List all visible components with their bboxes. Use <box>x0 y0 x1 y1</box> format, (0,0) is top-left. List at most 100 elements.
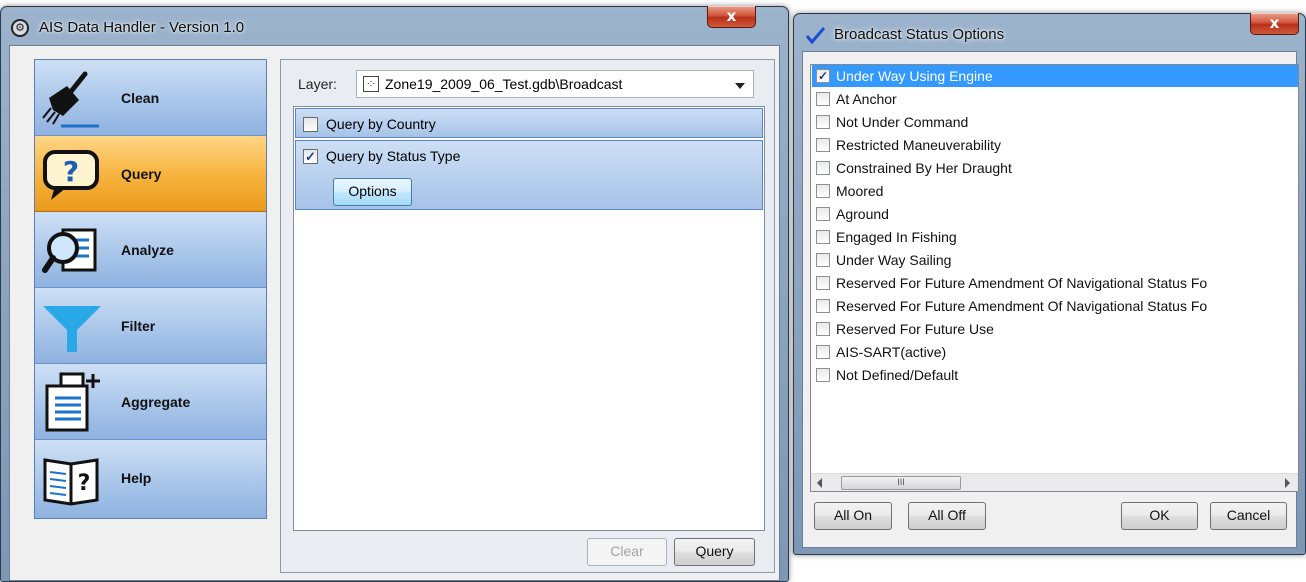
sidebar-item-analyze[interactable]: Analyze <box>35 212 266 288</box>
status-item-reserved-amendment-2[interactable]: Reserved For Future Amendment Of Navigat… <box>812 295 1298 317</box>
ok-button[interactable]: OK <box>1121 502 1198 530</box>
sidebar-item-clean[interactable]: Clean <box>35 60 266 136</box>
status-item-label: Not Defined/Default <box>836 367 959 383</box>
status-item-label: Under Way Using Engine <box>836 68 993 84</box>
app-globe-icon: ⚙ <box>11 19 29 37</box>
status-item-label: AIS-SART(active) <box>836 344 947 360</box>
question-speech-bubble-icon: ? <box>43 150 99 200</box>
documents-add-icon <box>45 372 100 432</box>
sidebar-item-label: Clean <box>121 90 160 106</box>
clear-button[interactable]: Clear <box>587 538 667 566</box>
query-by-country-checkbox[interactable] <box>303 117 318 132</box>
main-window-title: AIS Data Handler - Version 1.0 <box>39 19 245 36</box>
status-checkbox[interactable] <box>816 161 830 175</box>
status-checkbox[interactable]: ✓ <box>816 69 830 83</box>
sidebar-item-query[interactable]: ? Query <box>35 136 266 212</box>
status-item-label: Under Way Sailing <box>836 252 952 268</box>
status-item-restricted-maneuverability[interactable]: Restricted Maneuverability <box>812 134 1298 156</box>
status-checkbox[interactable] <box>816 92 830 106</box>
main-close-button[interactable]: x <box>707 6 756 28</box>
layer-label: Layer: <box>298 76 337 92</box>
scroll-right-arrow-icon[interactable] <box>1285 478 1290 488</box>
status-item-not-defined[interactable]: Not Defined/Default <box>812 364 1298 386</box>
broom-icon <box>42 71 99 128</box>
layer-dropdown-value: Zone19_2009_06_Test.gdb\Broadcast <box>385 76 623 92</box>
status-item-label: Restricted Maneuverability <box>836 137 1001 153</box>
status-window-title: Broadcast Status Options <box>834 26 1005 43</box>
status-checklist: ✓ Under Way Using Engine At Anchor Not U… <box>810 64 1299 492</box>
layer-dropdown[interactable]: ·:· Zone19_2009_06_Test.gdb\Broadcast <box>356 70 754 98</box>
status-client-area: ✓ Under Way Using Engine At Anchor Not U… <box>802 51 1299 548</box>
sidebar: Clean ? Query Analyze Filter Aggregate ?… <box>34 59 267 519</box>
status-close-button[interactable]: x <box>1250 13 1299 35</box>
chevron-down-icon[interactable] <box>735 83 745 89</box>
query-panel: Layer: ·:· Zone19_2009_06_Test.gdb\Broad… <box>280 59 775 573</box>
status-checkbox[interactable] <box>816 138 830 152</box>
sidebar-item-filter[interactable]: Filter <box>35 288 266 364</box>
status-title-bar[interactable]: Broadcast Status Options x <box>794 13 1305 52</box>
scrollbar-thumb[interactable]: III <box>841 476 961 490</box>
layer-row: Layer: ·:· Zone19_2009_06_Test.gdb\Broad… <box>293 70 763 98</box>
status-checkbox[interactable] <box>816 276 830 290</box>
status-item-engaged-in-fishing[interactable]: Engaged In Fishing <box>812 226 1298 248</box>
status-item-reserved-amendment-1[interactable]: Reserved For Future Amendment Of Navigat… <box>812 272 1298 294</box>
svg-text:?: ? <box>63 155 79 188</box>
checkmark-icon <box>805 27 825 45</box>
status-item-moored[interactable]: Moored <box>812 180 1298 202</box>
options-button[interactable]: Options <box>333 178 412 206</box>
status-checkbox[interactable] <box>816 322 830 336</box>
all-off-button[interactable]: All Off <box>908 502 986 530</box>
status-item-label: Reserved For Future Use <box>836 321 994 337</box>
status-item-label: Constrained By Her Draught <box>836 160 1012 176</box>
status-item-label: Not Under Command <box>836 114 969 130</box>
all-on-button[interactable]: All On <box>814 502 892 530</box>
main-client-area: Clean ? Query Analyze Filter Aggregate ?… <box>9 45 780 581</box>
status-checkbox[interactable] <box>816 253 830 267</box>
status-item-not-under-command[interactable]: Not Under Command <box>812 111 1298 133</box>
query-list: Query by Country ✓ Query by Status Type … <box>293 106 765 531</box>
query-by-country-label: Query by Country <box>326 116 436 132</box>
status-item-label: Reserved For Future Amendment Of Navigat… <box>836 298 1208 314</box>
query-by-status-label: Query by Status Type <box>326 148 461 164</box>
sidebar-item-label: Query <box>121 166 162 182</box>
magnifier-document-icon <box>42 228 97 273</box>
main-title-bar[interactable]: ⚙ AIS Data Handler - Version 1.0 x <box>1 6 788 45</box>
status-checkbox[interactable] <box>816 368 830 382</box>
main-window: ⚙ AIS Data Handler - Version 1.0 x Clean <box>0 6 789 582</box>
status-item-under-way-using-engine[interactable]: ✓ Under Way Using Engine <box>812 65 1298 87</box>
status-item-ais-sart[interactable]: AIS-SART(active) <box>812 341 1298 363</box>
status-checkbox[interactable] <box>816 184 830 198</box>
status-item-aground[interactable]: Aground <box>812 203 1298 225</box>
sidebar-item-label: Help <box>121 470 152 486</box>
svg-text:?: ? <box>78 471 91 496</box>
status-checkbox[interactable] <box>816 207 830 221</box>
status-checkbox[interactable] <box>816 345 830 359</box>
scroll-left-arrow-icon[interactable] <box>817 478 822 488</box>
sidebar-item-label: Analyze <box>121 242 174 258</box>
status-item-label: Aground <box>836 206 889 222</box>
help-book-icon: ? <box>43 458 99 506</box>
status-item-reserved-future-use[interactable]: Reserved For Future Use <box>812 318 1298 340</box>
cancel-button[interactable]: Cancel <box>1210 502 1287 530</box>
status-checkbox[interactable] <box>816 299 830 313</box>
query-by-status-checkbox[interactable]: ✓ <box>303 149 318 164</box>
sidebar-item-aggregate[interactable]: Aggregate <box>35 364 266 440</box>
status-options-window: Broadcast Status Options x ✓ Under Way U… <box>793 13 1306 555</box>
sidebar-item-help[interactable]: ? Help <box>35 440 266 518</box>
query-by-country-row: Query by Country <box>295 108 763 138</box>
funnel-icon <box>43 306 101 352</box>
status-checkbox[interactable] <box>816 115 830 129</box>
point-layer-icon: ·:· <box>363 76 379 92</box>
status-item-label: Engaged In Fishing <box>836 229 957 245</box>
status-item-constrained-by-draught[interactable]: Constrained By Her Draught <box>812 157 1298 179</box>
query-by-status-row: ✓ Query by Status Type Options <box>295 140 763 210</box>
status-item-label: Moored <box>836 183 884 199</box>
status-checkbox[interactable] <box>816 230 830 244</box>
query-button[interactable]: Query <box>674 538 755 566</box>
status-item-label: At Anchor <box>836 91 897 107</box>
sidebar-item-label: Filter <box>121 318 156 334</box>
status-item-at-anchor[interactable]: At Anchor <box>812 88 1298 110</box>
horizontal-scrollbar[interactable]: III <box>811 473 1298 491</box>
status-item-label: Reserved For Future Amendment Of Navigat… <box>836 275 1208 291</box>
status-item-under-way-sailing[interactable]: Under Way Sailing <box>812 249 1298 271</box>
